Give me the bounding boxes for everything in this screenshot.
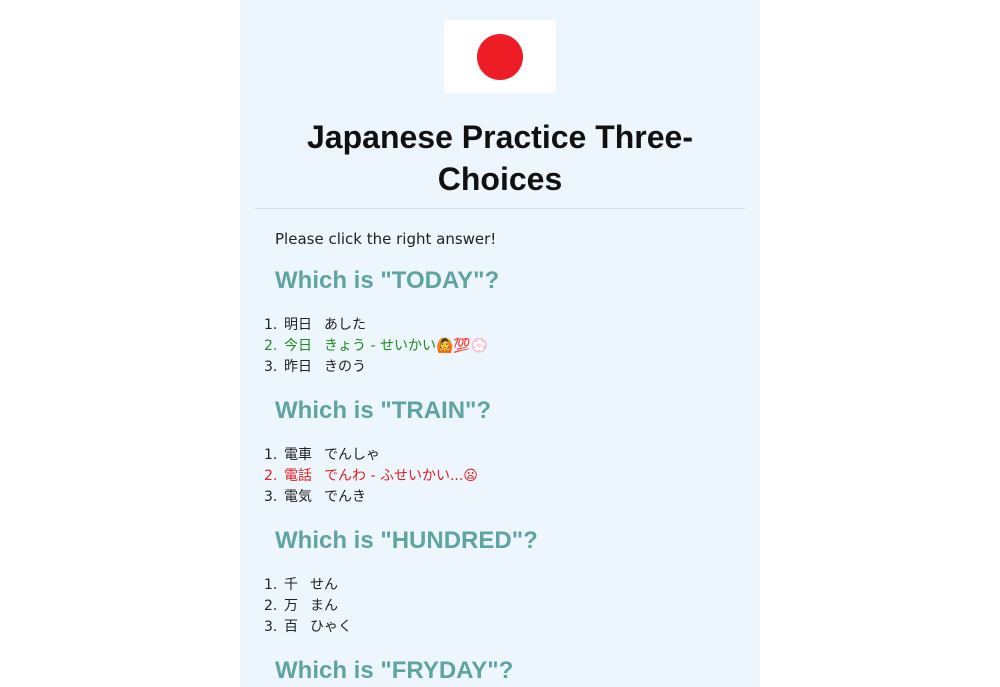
choice-item[interactable]: 3. 昨日 きのう: [264, 357, 488, 378]
choice-item-wrong[interactable]: 2. 電話 でんわ - ふせいかい...😦: [264, 466, 478, 487]
question-hundred: Which is "HUNDRED"?: [275, 527, 538, 554]
choices-today: 1. 明日 あした 2. 今日 きょう - せいかい🙆💯💮 3. 昨日 きのう: [264, 315, 488, 378]
choice-item[interactable]: 2. 万まん: [264, 596, 352, 617]
question-train: Which is "TRAIN"?: [275, 397, 492, 424]
choice-item[interactable]: 1. 電車 でんしゃ: [264, 445, 478, 466]
divider: [254, 208, 746, 209]
instructions: Please click the right answer!: [275, 230, 497, 248]
feedback-wrong: - ふせいかい...😦: [366, 468, 478, 484]
choice-item[interactable]: 1. 明日 あした: [264, 315, 488, 336]
question-today: Which is "TODAY"?: [275, 267, 500, 294]
choice-item[interactable]: 3. 百ひゃく: [264, 617, 352, 638]
quiz-page: Japanese Practice Three-Choices Please c…: [240, 0, 760, 687]
question-fryday: Which is "FRYDAY"?: [275, 657, 514, 684]
choice-item-correct[interactable]: 2. 今日 きょう - せいかい🙆💯💮: [264, 336, 488, 357]
choice-item[interactable]: 1. 千せん: [264, 575, 352, 596]
flag-sun: [477, 34, 523, 80]
japan-flag-icon: [444, 20, 556, 93]
choice-item[interactable]: 3. 電気 でんき: [264, 487, 478, 508]
choices-hundred: 1. 千せん 2. 万まん 3. 百ひゃく: [264, 575, 352, 638]
feedback-correct: - せいかい🙆💯💮: [366, 338, 489, 354]
page-title: Japanese Practice Three-Choices: [307, 119, 693, 197]
choices-train: 1. 電車 でんしゃ 2. 電話 でんわ - ふせいかい...😦 3. 電気 でんき: [264, 445, 478, 508]
